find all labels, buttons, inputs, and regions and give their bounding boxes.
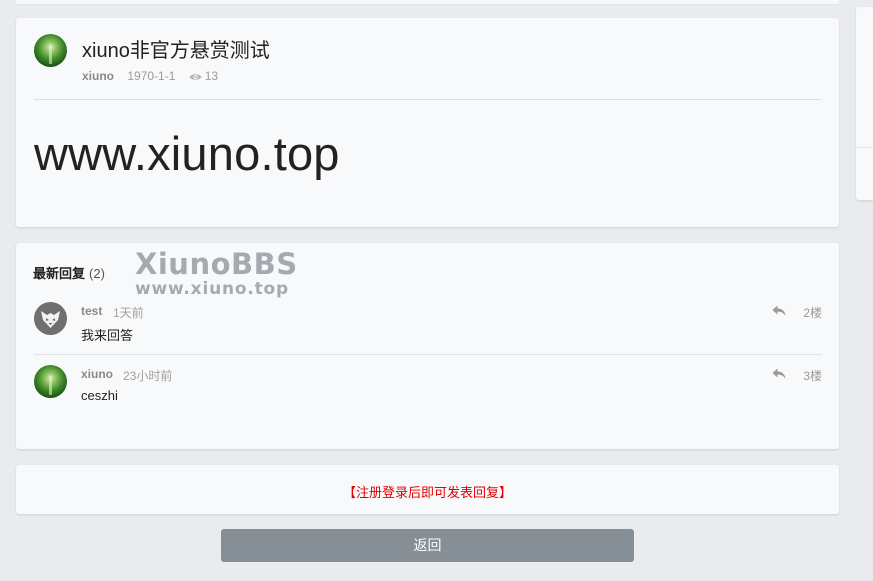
- previous-card-edge: [16, 0, 839, 5]
- reply-author[interactable]: xiuno: [81, 367, 113, 381]
- reply-divider: [34, 354, 822, 355]
- thread-meta: xiuno 1970-1-1 13: [82, 69, 218, 85]
- replies-title: 最新回复: [33, 266, 86, 281]
- watermark-title: XiunoBBS: [135, 247, 298, 281]
- watermark-url: www.xiuno.top: [135, 279, 289, 299]
- sidebar-divider: [856, 147, 873, 148]
- floor-number: 2楼: [803, 306, 822, 320]
- reply-text: ceszhi: [81, 388, 118, 403]
- reply-author[interactable]: test: [81, 304, 102, 318]
- login-prompt-link[interactable]: 【注册登录后即可发表回复】: [16, 482, 839, 501]
- reply-arrow-icon[interactable]: [772, 304, 786, 322]
- author-avatar[interactable]: [34, 34, 67, 67]
- thread-card: xiuno非官方悬赏测试 xiuno 1970-1-1 13 www.xiuno…: [16, 18, 839, 227]
- forest-avatar[interactable]: [34, 365, 67, 398]
- view-count: 13: [204, 69, 219, 83]
- divider: [34, 99, 821, 100]
- thread-body: www.xiuno.top: [34, 127, 340, 180]
- reply-time: 23小时前: [123, 369, 173, 383]
- eye-icon: [189, 71, 202, 85]
- back-button[interactable]: 返回: [221, 529, 634, 562]
- xiunobbs-watermark: XiunoBBS www.xiuno.top: [135, 247, 298, 298]
- sidebar-card: [856, 7, 873, 200]
- replies-header: 最新回复 (2): [33, 263, 105, 282]
- replies-count: (2): [89, 266, 105, 281]
- reply-item: xiuno 23小时前 ceszhi 3楼: [34, 365, 822, 427]
- thread-date: 1970-1-1: [127, 69, 176, 83]
- floor-number: 3楼: [803, 369, 822, 383]
- thread-author[interactable]: xiuno: [82, 69, 114, 83]
- login-prompt-card: 【注册登录后即可发表回复】: [16, 465, 839, 514]
- reply-arrow-icon[interactable]: [772, 367, 786, 385]
- reply-text: 我来回答: [81, 328, 134, 343]
- replies-card: 最新回复 (2) XiunoBBS www.xiuno.top test 1天前 …: [16, 243, 839, 449]
- reply-time: 1天前: [113, 306, 144, 320]
- wolf-logo-avatar[interactable]: [34, 302, 67, 335]
- thread-title: xiuno非官方悬赏测试: [82, 40, 270, 62]
